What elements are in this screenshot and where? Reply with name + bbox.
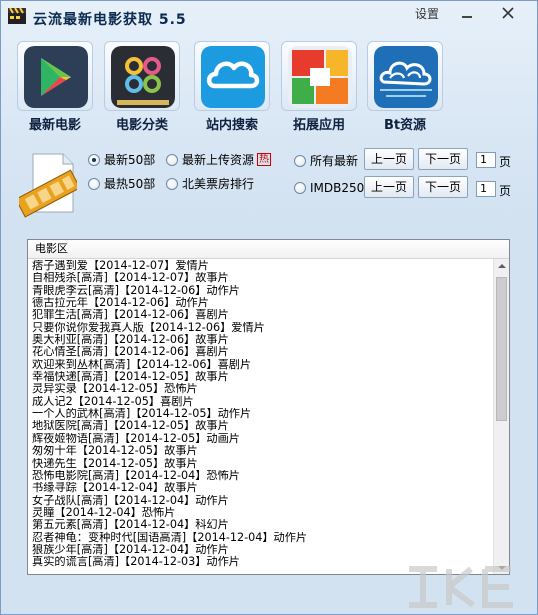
nav-label: Bt资源 [383, 118, 427, 133]
list-item[interactable]: 辉夜姬物语[高清]【2014-12-05】动画片 [28, 433, 494, 445]
movie-rows: 痞子遇到爱【2014-12-07】爱情片 自相残杀[高清]【2014-12-07】… [28, 260, 494, 569]
settings-menu[interactable]: 设置 [415, 5, 439, 22]
prev-page-button-imdb[interactable]: 上一页 [364, 176, 414, 198]
nav-label: 站内搜索 [205, 118, 258, 133]
list-item[interactable]: 恐怖电影院[高清]【2014-12-04】恐怖片 [28, 470, 494, 482]
radio-dot[interactable] [294, 154, 306, 167]
window-title: 云流最新电影获取 5.5 [33, 12, 187, 28]
list-item[interactable]: 只要你说你爱我真人版【2014-12-06】爱情片 [28, 322, 494, 334]
radio-dot[interactable] [294, 182, 306, 194]
nav-latest-movies[interactable]: 最新电影 [17, 41, 93, 133]
list-column-header[interactable]: 电影区 [28, 240, 509, 259]
watermark-logo [409, 566, 513, 608]
nav-site-search[interactable]: 站内搜索 [194, 41, 270, 133]
list-item[interactable]: 青眼虎李云[高清]【2014-12-06】动作片 [28, 285, 494, 297]
list-item[interactable]: 灵异实录【2014-12-05】恐怖片 [28, 383, 494, 395]
list-item[interactable]: 女子战队[高清]【2014-12-04】动作片 [28, 495, 494, 507]
nav-tile [17, 41, 93, 111]
list-item[interactable]: 灵瞳【2014-12-04】恐怖片 [28, 507, 494, 519]
nav-tile [367, 41, 443, 111]
list-item[interactable]: 犯罪生活[高清]【2014-12-06】喜剧片 [28, 309, 494, 321]
radio-latest-upload[interactable]: 最新上传资源 热 [166, 151, 272, 168]
film-clapper-icon [8, 7, 26, 24]
list-item[interactable]: 欢迎来到丛林[高清]【2014-12-06】喜剧片 [28, 359, 494, 371]
play-store-icon [24, 46, 88, 108]
bt-cloud-icon [374, 46, 438, 108]
radio-label: 最新上传资源 [182, 153, 255, 167]
category-grid-icon [111, 46, 175, 108]
nav-tile [194, 41, 270, 111]
list-item[interactable]: 成人记2【2014-12-05】喜剧片 [28, 396, 494, 408]
nav-movie-categories[interactable]: 电影分类 [104, 41, 180, 133]
nav-label: 最新电影 [28, 118, 81, 133]
page-label: 页 [499, 184, 512, 198]
scroll-up-icon[interactable] [498, 264, 506, 268]
nav-tile [281, 41, 357, 111]
page-input-imdb[interactable]: 1 [476, 181, 496, 197]
radio-label: 所有最新 [310, 154, 359, 168]
radio-dot[interactable] [166, 153, 178, 166]
list-item[interactable]: 地狱医院[高清]【2014-12-05】故事片 [28, 420, 494, 432]
list-item[interactable]: 第五元素[高清]【2014-12-04】科幻片 [28, 519, 494, 531]
list-item[interactable]: 狼族少年[高清]【2014-12-04】动作片 [28, 544, 494, 556]
app-window: 云流最新电影获取 5.5 设置 最新电影 电影分类 站内搜索 拓展应用 Bt资源… [0, 0, 538, 615]
apps-tiles-icon [288, 46, 352, 108]
radio-label: 最热50部 [104, 177, 156, 191]
list-item[interactable]: 奥大利亚[高清]【2014-12-06】故事片 [28, 334, 494, 346]
title-bar[interactable]: 云流最新电影获取 5.5 设置 [1, 1, 537, 35]
scroll-thumb[interactable] [496, 277, 507, 421]
hot-badge: 热 [257, 153, 272, 166]
list-item[interactable]: 快递先生【2014-12-05】故事片 [28, 458, 494, 470]
radio-label: 最新50部 [104, 153, 156, 167]
list-item[interactable]: 一个人的武林[高清]【2014-12-05】动作片 [28, 408, 494, 420]
page-label: 页 [499, 155, 512, 169]
nav-tile [104, 41, 180, 111]
list-item[interactable]: 书缘寻踪【2014-12-04】故事片 [28, 482, 494, 494]
radio-all-latest[interactable]: 所有最新 [294, 152, 358, 169]
list-item[interactable]: 自相残杀[高清]【2014-12-07】故事片 [28, 272, 494, 284]
close-icon[interactable] [485, 4, 531, 22]
movie-list[interactable]: 电影区 痞子遇到爱【2014-12-07】爱情片 自相残杀[高清]【2014-12… [27, 239, 510, 575]
page-input[interactable]: 1 [476, 152, 496, 168]
vertical-scrollbar[interactable] [493, 259, 509, 574]
next-page-button[interactable]: 下一页 [418, 148, 468, 170]
radio-label: IMDB250 [310, 181, 365, 195]
cloud-icon [201, 46, 265, 108]
film-reel-icon [19, 153, 77, 218]
nav-label: 电影分类 [115, 118, 168, 133]
nav-label: 拓展应用 [292, 118, 345, 133]
list-item[interactable]: 匆匆十年【2014-12-05】故事片 [28, 445, 494, 457]
list-item[interactable]: 花心情圣[高清]【2014-12-06】喜剧片 [28, 346, 494, 358]
nav-bt-resources[interactable]: Bt资源 [367, 41, 443, 133]
list-item[interactable]: 幸福快递[高清]【2014-12-05】故事片 [28, 371, 494, 383]
radio-dot[interactable] [166, 177, 178, 190]
radio-hottest-50[interactable]: 最热50部 [88, 175, 155, 192]
prev-page-button[interactable]: 上一页 [364, 148, 414, 170]
radio-imdb250[interactable]: IMDB250 [294, 181, 364, 195]
nav-extended-apps[interactable]: 拓展应用 [281, 41, 357, 133]
radio-na-boxoffice[interactable]: 北美票房排行 [166, 175, 254, 192]
radio-latest-50[interactable]: 最新50部 [88, 151, 155, 168]
radio-label: 北美票房排行 [182, 177, 255, 191]
list-item[interactable]: 痞子遇到爱【2014-12-07】爱情片 [28, 260, 494, 272]
radio-dot[interactable] [88, 153, 100, 166]
list-item[interactable]: 德古拉元年【2014-12-06】动作片 [28, 297, 494, 309]
next-page-button-imdb[interactable]: 下一页 [418, 176, 468, 198]
radio-dot[interactable] [88, 177, 100, 190]
minimize-button[interactable] [456, 4, 478, 22]
filter-panel: 最新50部 最热50部 最新上传资源 热 北美票房排行 所有最新 IMDB250… [9, 138, 530, 230]
list-item[interactable]: 忍者神龟：变种时代[国语高清]【2014-12-04】动作片 [28, 532, 494, 544]
